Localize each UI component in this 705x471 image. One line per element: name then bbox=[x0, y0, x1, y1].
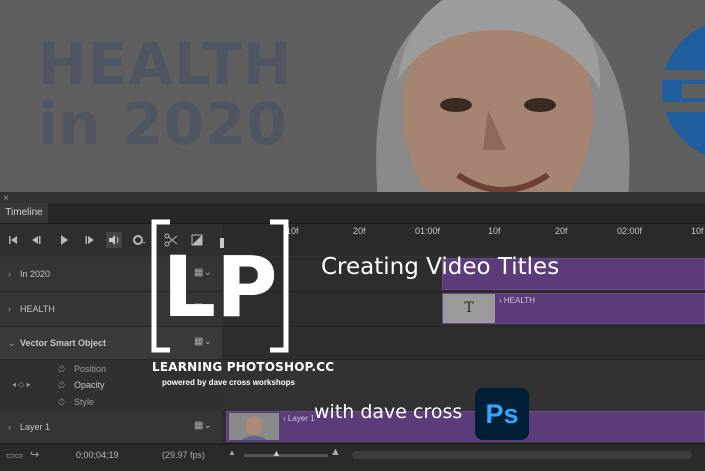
byline: with dave cross bbox=[314, 401, 463, 423]
globe-logo-fragment bbox=[662, 25, 705, 155]
property-position: Position bbox=[74, 364, 107, 374]
track-label: Layer 1 bbox=[20, 422, 51, 432]
clip-label: › HEALTH bbox=[499, 296, 535, 305]
expand-caret-icon[interactable]: › bbox=[8, 269, 11, 279]
learning-photoshop-logo: LP bbox=[151, 219, 289, 353]
track-label: HEALTH bbox=[20, 304, 55, 314]
preview-title-line-2: in 2020 bbox=[38, 90, 288, 158]
render-video-icon[interactable]: ↪ bbox=[30, 448, 39, 461]
headline-title: Creating Video Titles bbox=[321, 254, 560, 280]
timeline-scrollbar[interactable] bbox=[352, 451, 692, 459]
track-label: Vector Smart Object bbox=[20, 338, 107, 348]
expand-caret-icon[interactable]: › bbox=[8, 422, 11, 432]
keyframe-navigator-icon[interactable]: ◂ ◇ ▸ bbox=[12, 380, 31, 389]
tab-timeline[interactable]: Timeline bbox=[0, 203, 48, 223]
ruler-tick: 02:00f bbox=[617, 226, 643, 236]
track-header-layer-1[interactable]: › Layer 1 ▦⌄ bbox=[0, 411, 222, 444]
track-menu-icon[interactable]: ▦⌄ bbox=[194, 420, 212, 431]
audio-icon[interactable] bbox=[106, 232, 122, 248]
stopwatch-icon[interactable]: ⏱ bbox=[58, 380, 65, 391]
portrait-image bbox=[376, 0, 630, 192]
clip-thumbnail-text-icon: T bbox=[443, 294, 495, 323]
zoom-slider[interactable] bbox=[244, 454, 328, 457]
panel-tab-bar bbox=[0, 203, 705, 224]
clip-label: › Layer 1 bbox=[283, 414, 315, 423]
current-timecode: 0;00;04;19 bbox=[76, 450, 119, 460]
ruler-tick: 20f bbox=[353, 226, 366, 236]
ruler-tick: 01:00f bbox=[415, 226, 441, 236]
previous-frame-icon[interactable] bbox=[29, 232, 45, 248]
ruler-tick: 10f bbox=[691, 226, 704, 236]
expand-caret-icon[interactable]: › bbox=[8, 304, 11, 314]
play-icon[interactable] bbox=[56, 232, 72, 248]
track-label: In 2020 bbox=[20, 269, 51, 279]
photoshop-app-icon: Ps bbox=[475, 388, 529, 440]
video-preview-canvas: HEALTH in 2020 bbox=[0, 0, 705, 192]
logo-letters: LP bbox=[162, 238, 277, 336]
frame-rate: (29.97 fps) bbox=[162, 450, 206, 460]
brand-tagline: powered by dave cross workshops bbox=[162, 378, 295, 387]
ruler-tick: 20f bbox=[555, 226, 568, 236]
stopwatch-icon[interactable]: ⏱ bbox=[58, 397, 65, 408]
go-to-first-frame-icon[interactable] bbox=[5, 232, 21, 248]
brand-name: LEARNING PHOTOSHOP.CC bbox=[152, 360, 335, 374]
video-frames-icon[interactable]: ▭▭ bbox=[6, 450, 23, 461]
next-frame-icon[interactable] bbox=[81, 232, 97, 248]
preview-title-line-1: HEALTH bbox=[38, 30, 293, 98]
zoom-slider-thumb[interactable]: ▲ bbox=[272, 448, 281, 458]
zoom-out-icon[interactable]: ▲ bbox=[228, 448, 236, 457]
ruler-tick: 10f bbox=[488, 226, 501, 236]
preview-title-text: HEALTH in 2020 bbox=[38, 34, 293, 154]
clip-thumbnail-image bbox=[229, 413, 279, 440]
settings-icon[interactable] bbox=[131, 232, 147, 248]
property-style: Style bbox=[74, 397, 95, 407]
clip-layer-1[interactable]: › Layer 1 bbox=[226, 411, 705, 442]
clip-health[interactable]: T › HEALTH bbox=[442, 293, 705, 324]
zoom-in-icon[interactable]: ▲ bbox=[330, 446, 341, 458]
collapse-caret-icon[interactable]: ⌄ bbox=[8, 338, 16, 349]
stopwatch-icon[interactable]: ⏱ bbox=[58, 364, 65, 375]
property-opacity: Opacity bbox=[74, 380, 105, 390]
track-lane-vector-smart-object[interactable] bbox=[222, 327, 705, 360]
